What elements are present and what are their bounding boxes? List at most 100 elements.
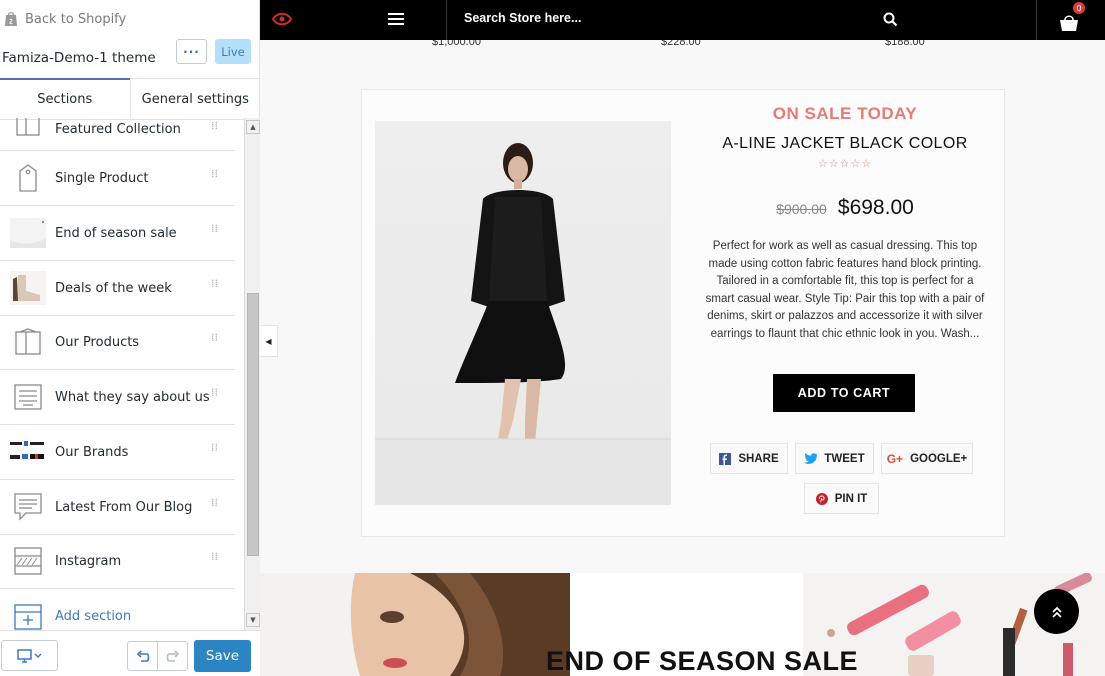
menu-icon[interactable]: [388, 12, 404, 26]
theme-name: Famiza-Demo-1 theme: [2, 50, 156, 66]
section-label: Instagram: [55, 553, 122, 569]
brands-logo-thumbnail: [10, 435, 46, 469]
section-label: What they say about us: [55, 389, 210, 405]
section-item-deals-of-the-week[interactable]: Deals of the week ⁞⁞: [0, 261, 235, 316]
shopify-bag-icon: [5, 12, 17, 26]
product-title[interactable]: A-LINE JACKET BLACK COLOR: [692, 135, 998, 153]
live-badge: Live: [215, 39, 251, 64]
undo-button[interactable]: [127, 641, 158, 671]
section-item-our-products[interactable]: Our Products ⁞⁞: [0, 315, 235, 370]
sale-price: $698.00: [837, 196, 914, 219]
back-label: Back to Shopify: [25, 11, 127, 27]
theme-header: Famiza-Demo-1 theme ··· Live: [0, 38, 259, 78]
device-preview-button[interactable]: [1, 640, 58, 671]
old-price: $900.00: [776, 201, 827, 217]
section-item-end-of-season-sale[interactable]: End of season sale ⁞⁞: [0, 206, 235, 261]
google-plus-icon: G+: [886, 451, 904, 466]
section-label: Featured Collection: [55, 122, 181, 137]
section-label: Our Brands: [55, 444, 129, 460]
scrollbar-thumb[interactable]: [247, 293, 259, 556]
drag-handle-icon[interactable]: ⁞⁞: [211, 168, 218, 184]
cart-icon[interactable]: [1059, 14, 1079, 32]
drag-handle-icon[interactable]: ⁞⁞: [211, 332, 218, 348]
section-item-featured-collection[interactable]: Featured Collection ⁞⁞: [0, 118, 235, 151]
sale-thumbnail: [10, 216, 46, 250]
testimonial-icon: [10, 380, 46, 414]
banner-title: END OF SEASON SALE: [546, 646, 859, 676]
product-description: Perfect for work as well as casual dress…: [705, 240, 985, 340]
section-list-scrollbar[interactable]: ▲ ▼: [244, 118, 260, 630]
redo-icon: [166, 650, 179, 662]
drag-handle-icon[interactable]: ⁞⁞: [211, 387, 218, 403]
google-share-button[interactable]: G+ GOOGLE+: [881, 443, 973, 474]
header-divider: [446, 0, 447, 40]
share-label: SHARE: [738, 452, 779, 465]
on-sale-badge: ON SALE TODAY: [772, 104, 918, 123]
facebook-icon: [719, 452, 732, 465]
twitter-share-button[interactable]: TWEET: [795, 443, 874, 474]
rating-stars: ☆☆☆☆☆: [817, 157, 873, 170]
scroll-to-top-button[interactable]: [1034, 589, 1079, 634]
banner-model-image: [260, 573, 570, 676]
scroll-up-icon[interactable]: ▲: [246, 120, 260, 134]
cart-count-badge: 0: [1073, 2, 1085, 14]
desktop-icon: [16, 648, 42, 663]
section-label: End of season sale: [55, 225, 177, 241]
redo-button[interactable]: [157, 641, 188, 671]
undo-icon: [136, 650, 149, 662]
store-logo-icon[interactable]: [272, 11, 292, 27]
pinterest-share-button[interactable]: PIN IT: [804, 483, 879, 514]
add-section-button[interactable]: Add section: [0, 589, 235, 630]
drag-handle-icon[interactable]: ⁞⁞: [211, 442, 218, 458]
model-photo: [375, 143, 671, 505]
theme-editor-sidebar: Back to Shopify Famiza-Demo-1 theme ··· …: [0, 0, 260, 676]
scroll-down-icon[interactable]: ▼: [246, 613, 260, 627]
search-input[interactable]: Search Store here...: [464, 11, 581, 25]
section-list: Featured Collection ⁞⁞ Single Product ⁞⁞…: [0, 118, 235, 630]
drag-handle-icon[interactable]: ⁞⁞: [211, 223, 218, 239]
section-label: Our Products: [55, 334, 140, 350]
drag-handle-icon[interactable]: ⁞⁞: [211, 497, 218, 513]
price-block: $900.00 $698.00: [692, 196, 998, 220]
drag-handle-icon[interactable]: ⁞⁞: [211, 120, 218, 136]
sidebar-footer: Save: [0, 630, 260, 676]
twitter-icon: [804, 453, 818, 464]
featured-product-card: ON SALE TODAY A-LINE JACKET BLACK COLOR …: [361, 89, 1005, 537]
facebook-share-button[interactable]: SHARE: [710, 443, 788, 474]
product-image[interactable]: [375, 121, 671, 505]
save-button[interactable]: Save: [194, 640, 251, 672]
section-item-our-brands[interactable]: Our Brands ⁞⁞: [0, 425, 235, 480]
tag-icon: [10, 161, 46, 195]
boot-thumbnail: [10, 271, 46, 305]
header-divider: [1036, 0, 1037, 40]
back-to-shopify-link[interactable]: Back to Shopify: [0, 0, 259, 38]
add-section-label: Add section: [55, 609, 132, 624]
gallery-icon: [10, 544, 46, 578]
tab-general-settings[interactable]: General settings: [131, 79, 261, 119]
tab-sections[interactable]: Sections: [0, 78, 131, 119]
drag-handle-icon[interactable]: ⁞⁞: [211, 278, 218, 294]
section-item-single-product[interactable]: Single Product ⁞⁞: [0, 151, 235, 206]
collapse-sidebar-button[interactable]: ◀: [260, 325, 278, 357]
share-label: PIN IT: [834, 492, 868, 505]
drag-handle-icon[interactable]: ⁞⁞: [211, 551, 218, 567]
share-label: GOOGLE+: [910, 452, 968, 465]
blog-icon: [10, 490, 46, 524]
collection-icon: [10, 325, 46, 359]
end-of-season-banner: END OF SEASON SALE: [260, 572, 1105, 676]
add-section-icon: [10, 600, 46, 631]
section-item-blog[interactable]: Latest From Our Blog ⁞⁞: [0, 480, 235, 535]
double-chevron-up-icon: [1051, 606, 1062, 618]
section-item-testimonials[interactable]: What they say about us ⁞⁞: [0, 370, 235, 425]
pinterest-icon: [815, 492, 828, 505]
share-label: TWEET: [824, 452, 865, 465]
theme-actions-button[interactable]: ···: [176, 39, 207, 64]
section-item-instagram[interactable]: Instagram ⁞⁞: [0, 534, 235, 589]
section-label: Deals of the week: [55, 280, 172, 296]
store-header: Search Store here... 0: [260, 0, 1105, 40]
add-to-cart-button[interactable]: ADD TO CART: [773, 374, 915, 412]
section-label: Latest From Our Blog: [55, 499, 193, 515]
collection-icon: [10, 118, 46, 139]
search-icon[interactable]: [883, 12, 898, 27]
sidebar-tabs: Sections General settings: [0, 78, 260, 120]
